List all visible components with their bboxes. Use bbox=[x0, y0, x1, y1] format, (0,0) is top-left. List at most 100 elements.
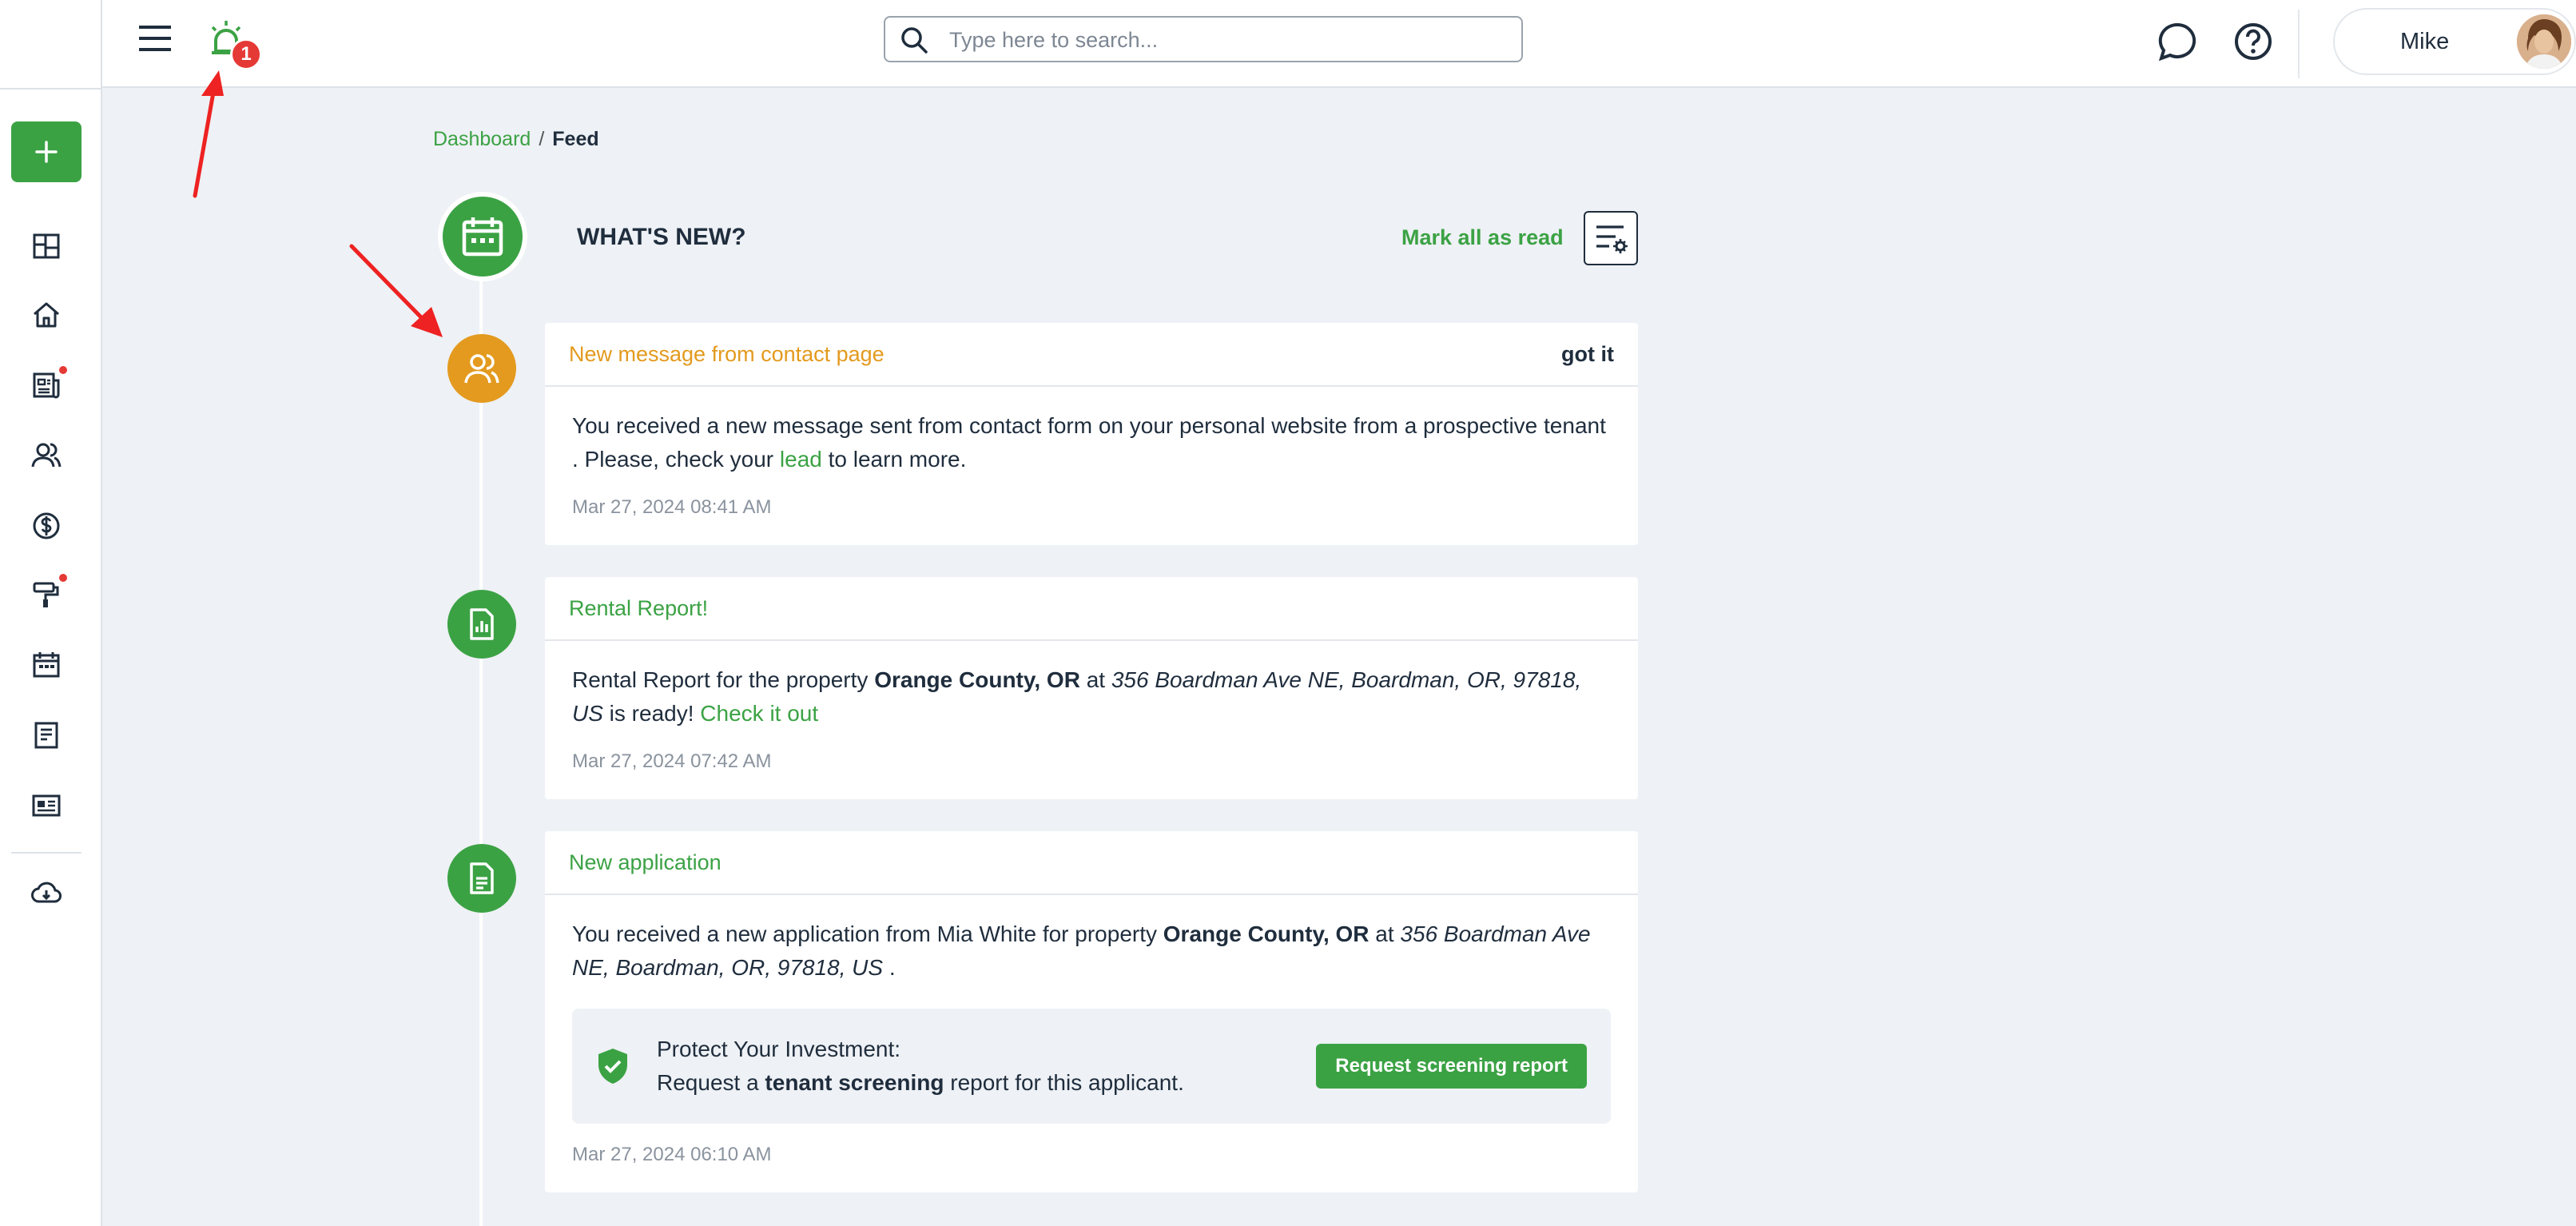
search-box[interactable] bbox=[884, 16, 1523, 62]
user-menu-button[interactable]: Mike bbox=[2333, 8, 2576, 75]
chat-bubble-icon bbox=[2158, 22, 2196, 62]
top-bar: 1 Mike bbox=[102, 0, 2576, 88]
feed-item-badge-application bbox=[447, 844, 516, 913]
card-message: Rental Report for the property Orange Co… bbox=[572, 663, 1611, 730]
card-text: You received a new application from Mia … bbox=[572, 921, 1163, 946]
sidebar-item-maintenance[interactable] bbox=[30, 574, 67, 611]
question-circle-icon bbox=[2235, 23, 2272, 60]
got-it-button[interactable]: got it bbox=[1561, 342, 1614, 367]
sidebar-item-documents[interactable] bbox=[30, 719, 62, 751]
promo-heading: Protect Your Investment: bbox=[657, 1037, 901, 1061]
plus-icon bbox=[35, 141, 58, 163]
promo-text-part: Request a bbox=[657, 1070, 765, 1095]
card-timestamp: Mar 27, 2024 08:41 AM bbox=[572, 496, 772, 518]
card-text: . bbox=[883, 955, 896, 980]
annotation-arrow-up bbox=[193, 70, 224, 198]
breadcrumb-separator: / bbox=[539, 128, 545, 150]
card-title: New message from contact page bbox=[569, 342, 885, 366]
lead-link[interactable]: lead bbox=[780, 447, 822, 472]
card-text: Rental Report for the property bbox=[572, 667, 875, 692]
page-title: WHAT'S NEW? bbox=[577, 224, 746, 250]
calendar-icon bbox=[33, 652, 60, 678]
mark-all-read-link[interactable]: Mark all as read bbox=[1401, 225, 1564, 250]
card-timestamp: Mar 27, 2024 06:10 AM bbox=[572, 1144, 772, 1165]
notification-dot bbox=[59, 574, 67, 582]
screening-promo: Protect Your Investment: Request a tenan… bbox=[572, 1009, 1611, 1124]
card-text: is ready! bbox=[602, 701, 701, 726]
timeline-line bbox=[479, 280, 483, 1226]
annotation-arrow-down bbox=[349, 244, 443, 337]
id-card-icon bbox=[32, 794, 61, 817]
feed-header-badge bbox=[438, 192, 527, 281]
card-title: New application bbox=[569, 850, 722, 874]
shield-check-icon bbox=[598, 1049, 627, 1084]
document-list-icon bbox=[34, 722, 58, 749]
card-body: Rental Report for the property Orange Co… bbox=[545, 641, 1638, 778]
promo-text-bold: tenant screening bbox=[765, 1070, 944, 1095]
help-button[interactable] bbox=[2232, 21, 2274, 62]
newspaper-icon bbox=[33, 372, 60, 399]
report-icon bbox=[470, 608, 494, 640]
card-header: Rental Report! bbox=[545, 577, 1638, 641]
dashboard-grid-icon bbox=[33, 233, 60, 259]
breadcrumb-dashboard-link[interactable]: Dashboard bbox=[433, 128, 531, 150]
home-icon bbox=[34, 302, 59, 328]
search-input[interactable] bbox=[948, 24, 1510, 56]
sidebar-item-calendar[interactable] bbox=[30, 649, 62, 681]
sidebar-item-payments[interactable] bbox=[30, 510, 62, 542]
card-text: You received a new message sent from con… bbox=[572, 413, 1606, 472]
property-name: Orange County, OR bbox=[874, 667, 1080, 692]
feed-card-rental-report: Rental Report! Rental Report for the pro… bbox=[545, 577, 1638, 799]
card-body: You received a new application from Mia … bbox=[545, 895, 1638, 1172]
hamburger-icon bbox=[139, 26, 171, 51]
users-icon bbox=[31, 443, 62, 468]
check-it-out-link[interactable]: Check it out bbox=[700, 701, 818, 726]
sidebar-item-properties[interactable] bbox=[30, 299, 62, 331]
promo-text-part: report for this applicant. bbox=[944, 1070, 1184, 1095]
sidebar-item-news[interactable] bbox=[30, 366, 67, 401]
card-text: to learn more. bbox=[821, 447, 967, 472]
promo-description: Request a tenant screening report for th… bbox=[657, 1066, 1184, 1100]
add-new-button[interactable] bbox=[11, 121, 81, 182]
avatar bbox=[2517, 14, 2571, 69]
list-settings-icon bbox=[1596, 225, 1628, 253]
calendar-icon bbox=[462, 217, 503, 257]
sidebar bbox=[0, 0, 102, 1226]
topbar-separator bbox=[2298, 10, 2300, 78]
sidebar-divider bbox=[11, 852, 81, 854]
feed-item-badge-report bbox=[447, 590, 516, 659]
feed-card-application: New application You received a new appli… bbox=[545, 831, 1638, 1192]
card-header: New application bbox=[545, 831, 1638, 895]
property-name: Orange County, OR bbox=[1163, 921, 1369, 946]
card-body: You received a new message sent from con… bbox=[545, 387, 1638, 524]
sidebar-top bbox=[0, 0, 101, 90]
feed-item-badge-message bbox=[447, 334, 516, 403]
sidebar-item-dashboard[interactable] bbox=[30, 230, 62, 262]
document-icon bbox=[470, 862, 494, 894]
menu-toggle-button[interactable] bbox=[137, 21, 173, 56]
sidebar-item-people[interactable] bbox=[30, 440, 62, 472]
notification-dot bbox=[59, 366, 67, 374]
user-photo-icon bbox=[2517, 14, 2571, 69]
users-icon bbox=[464, 354, 499, 384]
card-header: New message from contact page got it bbox=[545, 323, 1638, 387]
request-screening-report-button[interactable]: Request screening report bbox=[1316, 1044, 1587, 1089]
card-message: You received a new message sent from con… bbox=[572, 409, 1611, 476]
card-title: Rental Report! bbox=[569, 596, 709, 620]
card-text: at bbox=[1369, 921, 1401, 946]
breadcrumb: Dashboard / Feed bbox=[433, 128, 599, 151]
sidebar-item-download[interactable] bbox=[30, 878, 62, 910]
feed-settings-button[interactable] bbox=[1584, 211, 1638, 265]
user-name: Mike bbox=[2400, 29, 2450, 54]
dollar-circle-icon bbox=[33, 512, 60, 539]
sidebar-item-listings[interactable] bbox=[30, 790, 62, 822]
promo-text: Protect Your Investment: Request a tenan… bbox=[657, 1033, 1184, 1100]
paint-roller-icon bbox=[33, 582, 59, 607]
feed-card-message: New message from contact page got it You… bbox=[545, 323, 1638, 545]
search-icon bbox=[901, 27, 928, 54]
card-text: at bbox=[1079, 667, 1111, 692]
cloud-download-icon bbox=[31, 882, 62, 903]
card-message: You received a new application from Mia … bbox=[572, 918, 1611, 985]
messages-button[interactable] bbox=[2157, 21, 2199, 62]
card-timestamp: Mar 27, 2024 07:42 AM bbox=[572, 750, 772, 772]
